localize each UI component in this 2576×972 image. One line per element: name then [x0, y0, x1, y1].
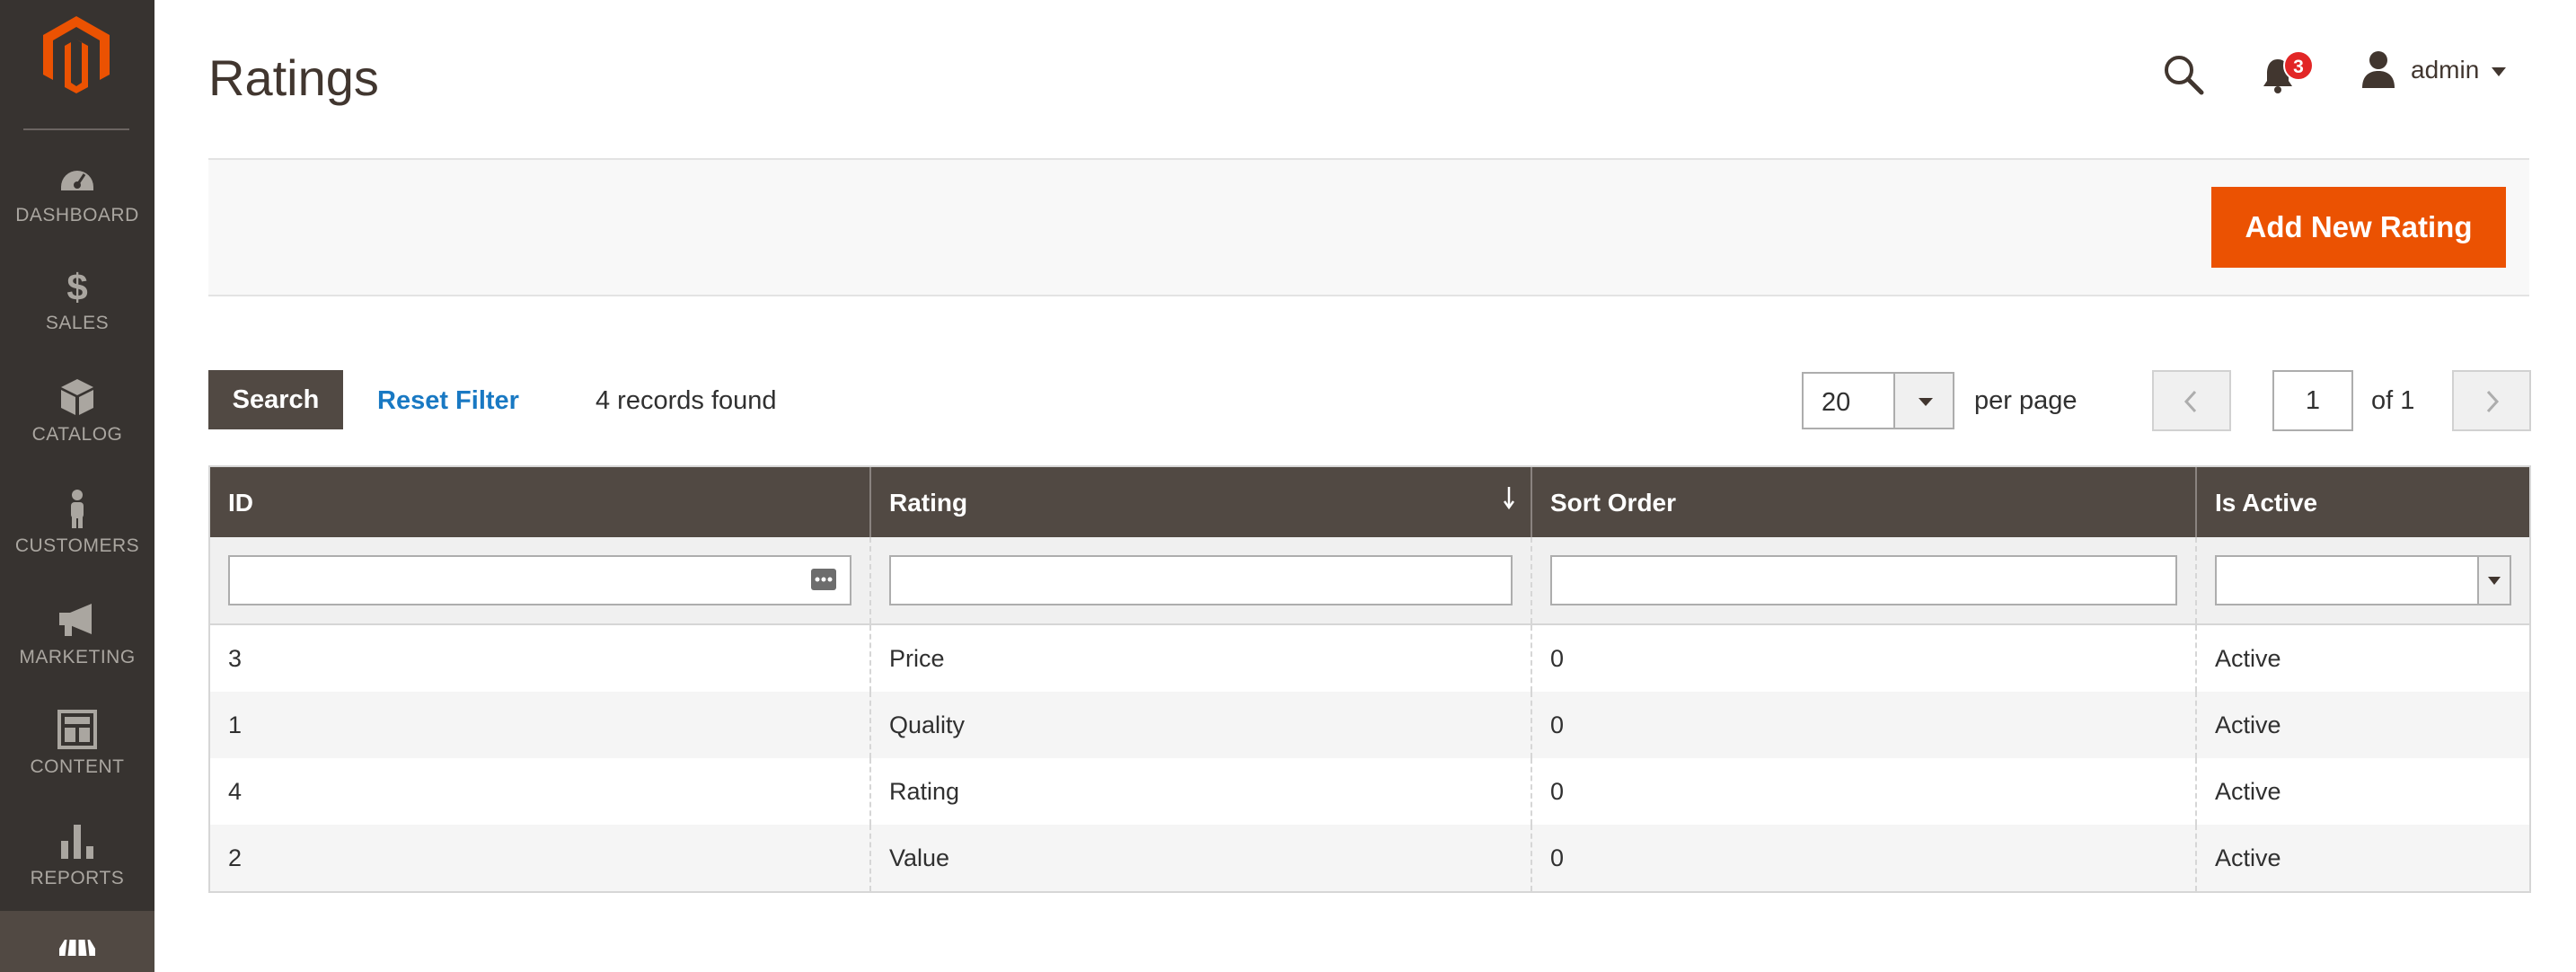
id-filter-input[interactable]	[228, 555, 851, 605]
table-row[interactable]: 1 Quality 0 Active	[210, 692, 2529, 758]
cell-sort-order: 0	[1532, 758, 2197, 825]
add-new-rating-button[interactable]: Add New Rating	[2211, 187, 2506, 268]
select-toggle[interactable]	[2477, 557, 2510, 604]
page-title: Ratings	[208, 49, 379, 106]
table-row[interactable]: 3 Price 0 Active	[210, 625, 2529, 692]
cell-sort-order: 0	[1532, 825, 2197, 891]
cell-id: 1	[210, 692, 871, 758]
sidebar-item-reports[interactable]: REPORTS	[0, 821, 154, 922]
dollar-icon: $	[66, 266, 87, 305]
user-menu-name[interactable]: admin	[2411, 56, 2479, 84]
filter-cell-id	[210, 537, 871, 623]
cell-is-active: Active	[2215, 711, 2281, 738]
sidebar-item-label: DASHBOARD	[15, 205, 139, 225]
chevron-down-icon[interactable]	[2492, 67, 2506, 76]
chevron-down-icon	[1919, 398, 1933, 406]
chevron-right-icon	[2486, 390, 2500, 413]
filter-cell-sort-order	[1532, 537, 2197, 623]
sidebar-item-label: MARKETING	[19, 647, 136, 667]
column-header-sort-order[interactable]: Sort Order	[1532, 467, 2197, 537]
per-page-select[interactable]: 20	[1802, 372, 1954, 429]
cell-is-active: Active	[2215, 645, 2281, 672]
sidebar-item-marketing[interactable]: MARKETING	[0, 600, 154, 701]
reset-filter-link[interactable]: Reset Filter	[377, 386, 519, 416]
column-header-label: Is Active	[2215, 489, 2318, 517]
cell-sort-order: 0	[1532, 692, 2197, 758]
cell-rating: Quality	[871, 692, 1532, 758]
sidebar-item-content[interactable]: CONTENT	[0, 710, 154, 810]
cell-is-active: Active	[2215, 844, 2281, 871]
column-header-id[interactable]: ID	[210, 467, 871, 537]
dashboard-icon	[61, 171, 93, 190]
is-active-select-box[interactable]	[2215, 555, 2511, 605]
column-header-label: Sort Order	[1550, 489, 1677, 517]
is-active-filter-select[interactable]	[2215, 555, 2511, 605]
cell-rating: Price	[871, 625, 1532, 692]
column-header-rating[interactable]: Rating	[871, 467, 1532, 537]
cell-is-active: Active	[2215, 778, 2281, 805]
chevron-down-icon	[2488, 577, 2501, 585]
cell-id: 4	[210, 758, 871, 825]
current-page-input[interactable]	[2272, 370, 2353, 431]
page-actions-bar	[208, 158, 2529, 296]
search-button[interactable]: Search	[208, 370, 343, 429]
box-icon	[61, 379, 93, 415]
bar-chart-icon	[61, 825, 93, 859]
column-header-label: ID	[228, 489, 253, 517]
sort-descending-icon	[1503, 487, 1515, 510]
sidebar-item-label: REPORTS	[30, 868, 125, 888]
per-page-value: 20	[1822, 388, 1851, 417]
table-row[interactable]: 4 Rating 0 Active	[210, 758, 2529, 825]
records-count: 4 records found	[595, 386, 777, 415]
cell-id: 2	[210, 825, 871, 891]
per-page-label: per page	[1974, 386, 2078, 415]
next-page-button[interactable]	[2452, 370, 2531, 431]
person-icon	[71, 490, 84, 528]
column-header-label: Rating	[889, 489, 968, 517]
ellipsis-icon[interactable]	[810, 566, 837, 593]
grid-header-row: ID Rating Sort Order Is Active	[210, 467, 2529, 537]
cell-sort-order: 0	[1532, 625, 2197, 692]
user-avatar-icon[interactable]	[2360, 50, 2396, 88]
megaphone-icon	[59, 604, 92, 636]
svg-text:$: $	[66, 266, 87, 305]
sort-order-filter-input[interactable]	[1550, 555, 2177, 605]
sidebar-item-label: SALES	[45, 313, 110, 333]
magento-logo-icon[interactable]	[43, 16, 110, 93]
chevron-left-icon	[2183, 390, 2197, 413]
sidebar-item-catalog[interactable]: CATALOG	[0, 377, 154, 478]
sidebar-item-dashboard[interactable]: DASHBOARD	[0, 158, 154, 259]
page-total: of 1	[2371, 386, 2415, 415]
cell-rating: Value	[871, 825, 1532, 891]
sidebar-divider	[23, 128, 129, 130]
rating-filter-input[interactable]	[889, 555, 1513, 605]
search-icon[interactable]	[2163, 54, 2204, 95]
column-header-is-active[interactable]: Is Active	[2197, 467, 2529, 537]
store-icon	[59, 939, 95, 957]
filter-cell-rating	[871, 537, 1532, 623]
previous-page-button[interactable]	[2152, 370, 2231, 431]
sidebar-item-stores[interactable]	[0, 911, 154, 972]
table-row[interactable]: 2 Value 0 Active	[210, 825, 2529, 891]
sidebar-item-label: CUSTOMERS	[14, 535, 140, 556]
cell-id: 3	[210, 625, 871, 692]
grid-filter-row	[210, 537, 2529, 625]
sidebar-item-label: CONTENT	[30, 756, 125, 777]
admin-sidebar: DASHBOARD $ SALES CATALOG CUSTOMERS MARK…	[0, 0, 154, 972]
layout-icon	[57, 710, 97, 749]
sidebar-item-label: CATALOG	[31, 424, 123, 445]
ratings-grid: ID Rating Sort Order Is Active 3 Price 0…	[208, 465, 2531, 893]
filter-cell-is-active	[2197, 537, 2529, 623]
sidebar-item-sales[interactable]: $ SALES	[0, 266, 154, 367]
notification-badge[interactable]: 3	[2283, 50, 2314, 81]
cell-rating: Rating	[871, 758, 1532, 825]
per-page-toggle[interactable]	[1893, 374, 1953, 428]
sidebar-item-customers[interactable]: CUSTOMERS	[0, 489, 154, 589]
